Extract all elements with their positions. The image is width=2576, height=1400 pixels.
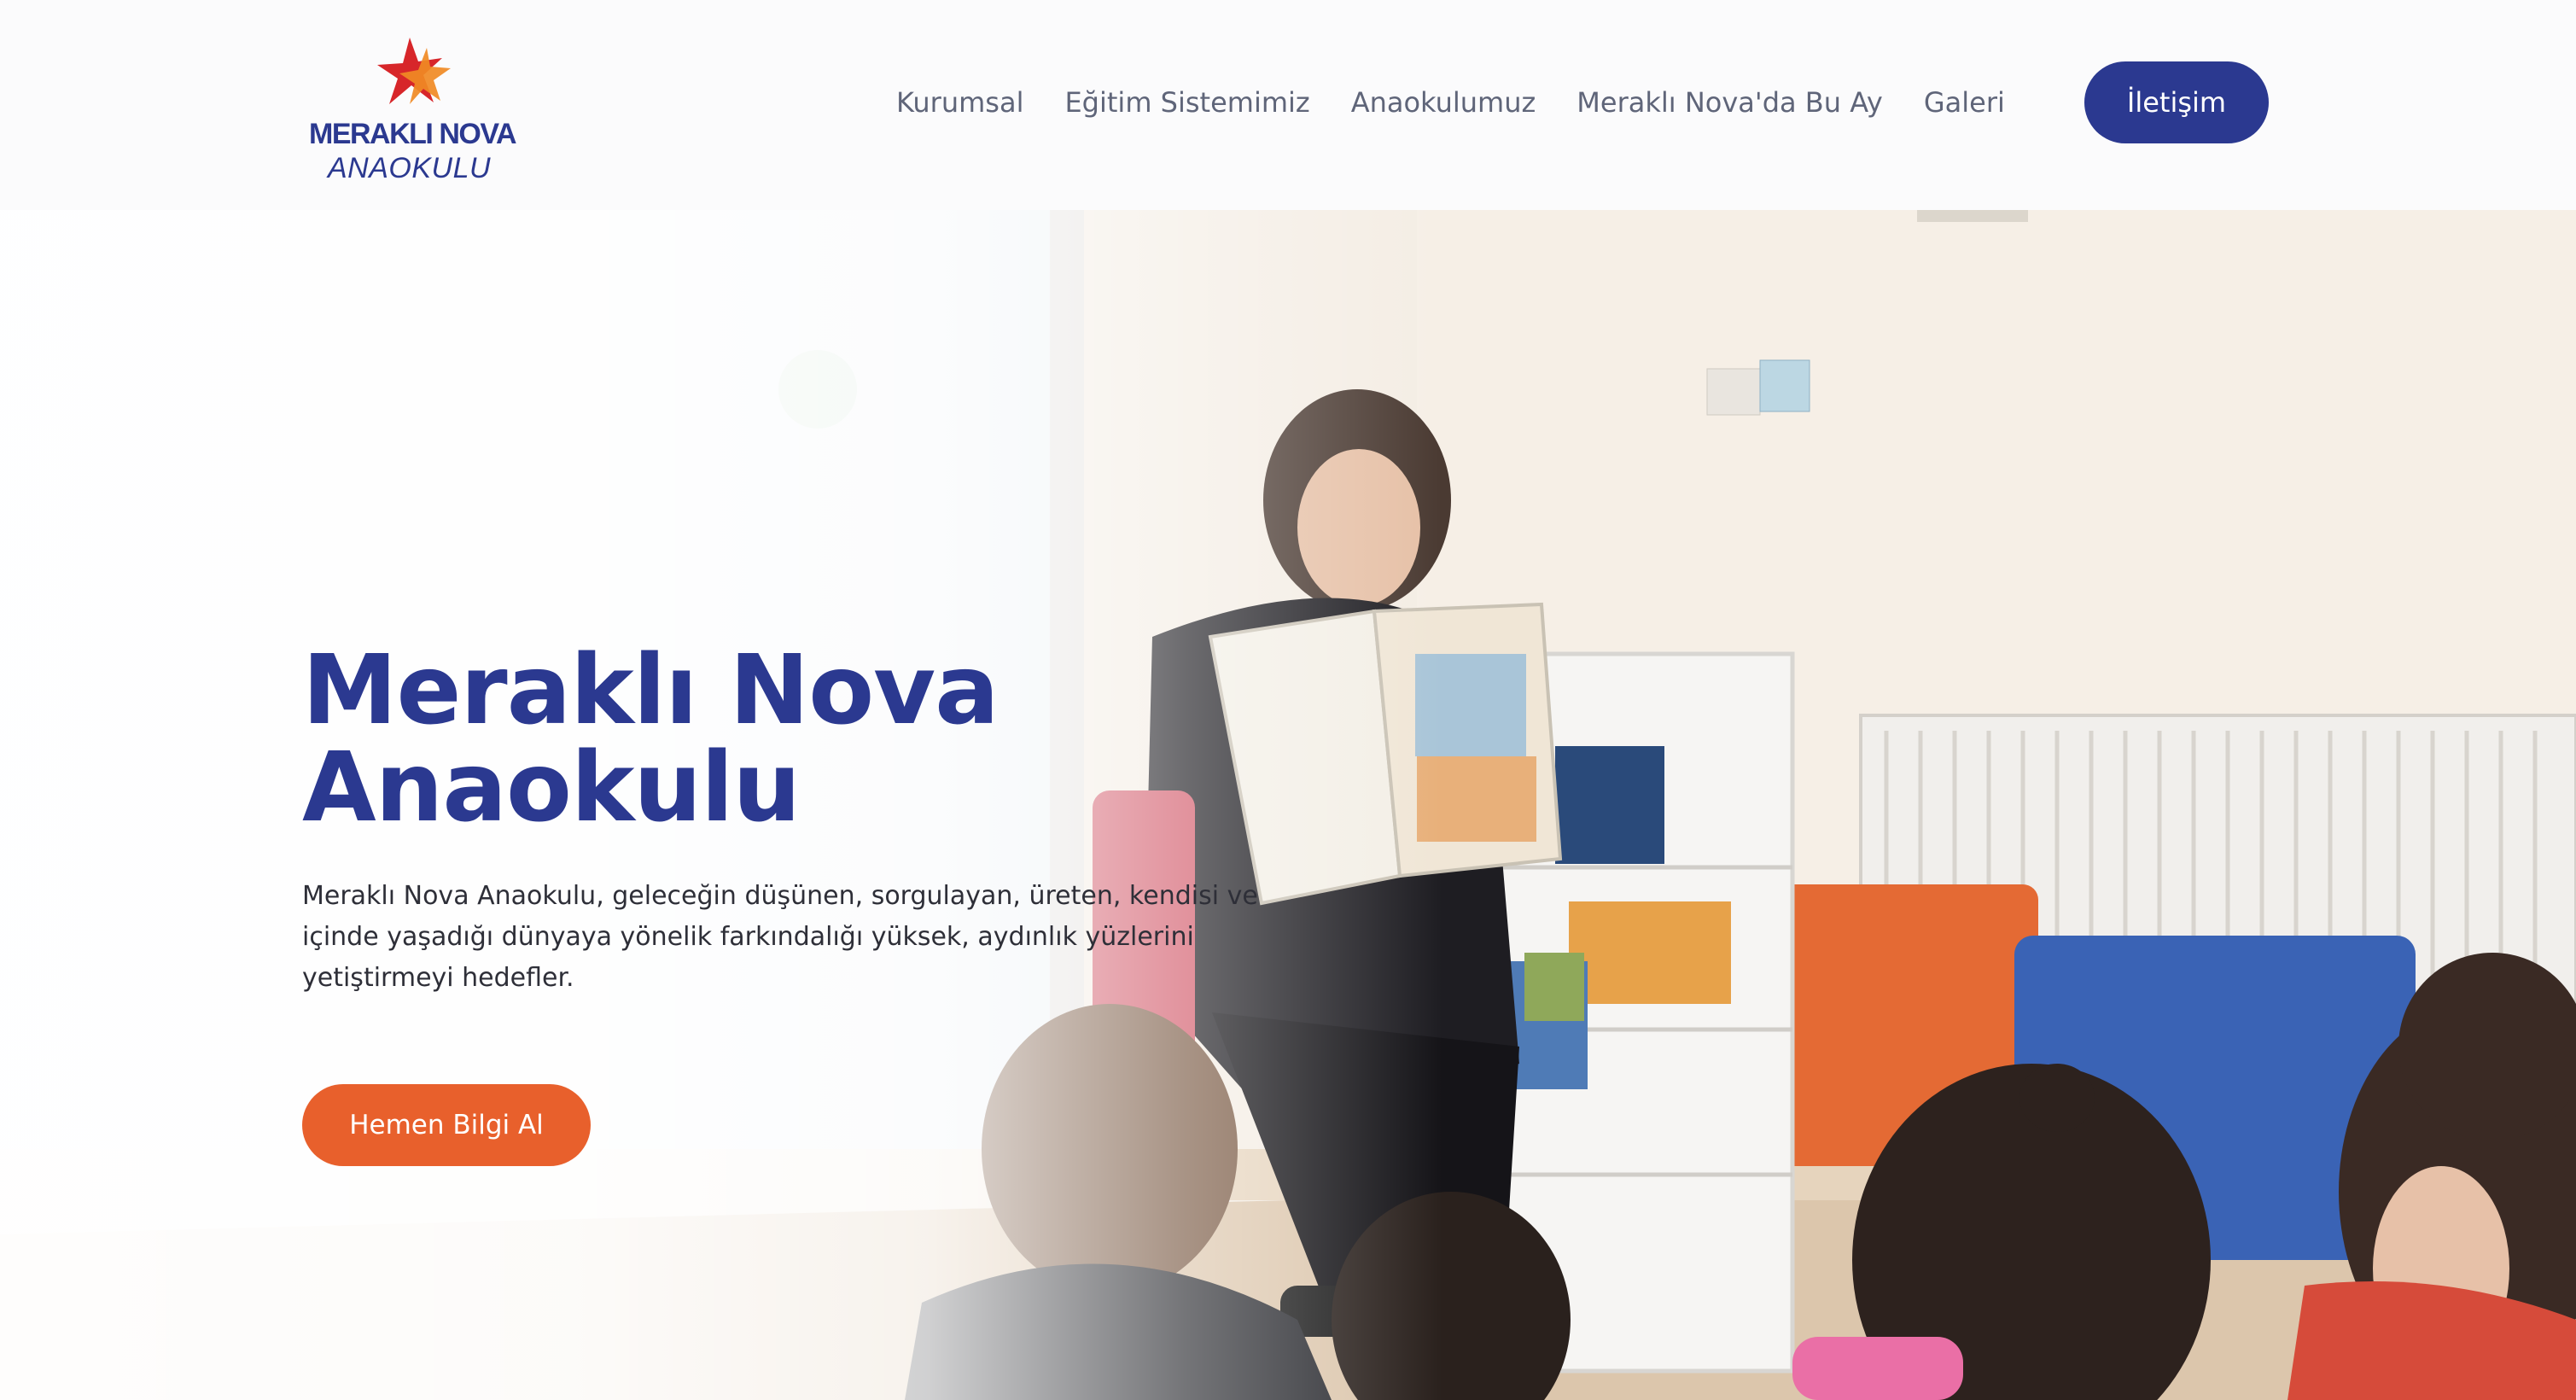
contact-button[interactable]: İletişim <box>2084 61 2269 143</box>
logo[interactable]: MERAKLI NOVA ANAOKULU <box>306 32 527 195</box>
page: Meraklı Nova Anaokulu Meraklı Nova Anaok… <box>0 0 2576 1400</box>
nav-item-kurumsal[interactable]: Kurumsal <box>896 86 1023 119</box>
logo-subtitle: ANAOKULU <box>328 152 492 184</box>
nav-item-bu-ay[interactable]: Meraklı Nova'da Bu Ay <box>1576 86 1883 119</box>
info-request-button[interactable]: Hemen Bilgi Al <box>302 1084 591 1166</box>
hero-section: Meraklı Nova Anaokulu Meraklı Nova Anaok… <box>0 210 2576 1400</box>
nav-item-anaokulumuz[interactable]: Anaokulumuz <box>1351 86 1536 119</box>
site-header: MERAKLI NOVA ANAOKULU Kurumsal Eğitim Si… <box>0 0 2576 210</box>
star-logo-icon <box>377 38 451 104</box>
main-nav: Kurumsal Eğitim Sistemimiz Anaokulumuz M… <box>896 61 2046 143</box>
logo-name: MERAKLI NOVA <box>309 118 517 150</box>
nav-item-egitim-sistemimiz[interactable]: Eğitim Sistemimiz <box>1064 86 1309 119</box>
hero-title: Meraklı Nova Anaokulu <box>302 635 1000 843</box>
hero-description: Meraklı Nova Anaokulu, geleceğin düşünen… <box>302 881 1258 993</box>
nav-item-galeri[interactable]: Galeri <box>1924 86 2005 119</box>
